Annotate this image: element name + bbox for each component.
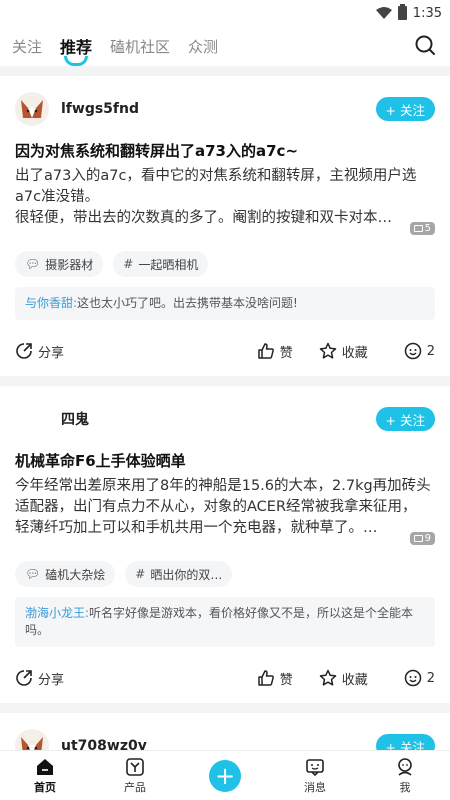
nav-label: 我 [399,780,411,794]
divider [0,376,450,386]
dog-avatar-icon [15,92,49,126]
divider [0,66,450,76]
post-body[interactable]: 今年经常出差原来用了8年的神船是15.6的大本，2.7kg再加砖头适配器，出门有… [15,476,435,539]
divider [0,703,450,713]
post-body-line: 出了a73入的a7c，看中它的对焦系统和翻转屏，主视频用户选a7c准没错。 [15,168,417,205]
top-nav: 关注 推荐 磕机社区 众测 [0,26,450,66]
comment-count: 2 [426,343,435,359]
post-card[interactable]: 四鬼 + 关注 机械革命F6上手体验晒单 今年经常出差原来用了8年的神船是15.… [0,386,450,703]
post-body[interactable]: 出了a73入的a7c，看中它的对焦系统和翻转屏，主视频用户选a7c准没错。 很轻… [15,166,435,229]
post-card[interactable]: lfwgs5fnd + 关注 因为对焦系统和翻转屏出了a73入的a7c~ 出了a… [0,76,450,376]
username[interactable]: ut708wz0v [61,738,376,750]
like-label: 赞 [279,672,293,688]
nav-label: 首页 [34,780,56,794]
battery-icon [397,4,407,20]
tag-label: 一起晒相机 [138,257,199,272]
post-body-line: 今年经常出差原来用了8年的神船是15.6的大本，2.7kg再加砖头适配器，出门有… [15,478,431,536]
wifi-icon [375,7,392,19]
tab-following[interactable]: 关注 [12,36,42,57]
comment-preview[interactable]: 渤海小龙王:听名字好像是游戏本，看价格好像又不是，所以这是个全能本吗。 [15,597,435,647]
comment-text: 这也太小巧了吧。出去携带基本没啥问题! [77,296,298,310]
dog-avatar-icon [15,729,49,750]
comment-count: 2 [426,670,435,686]
follow-button[interactable]: + 关注 [375,97,435,121]
tag-chip[interactable]: 💬︎ 磕机大杂烩 [15,561,116,587]
comment-preview[interactable]: 与你香甜:这也太小巧了吧。出去携带基本没啥问题! [15,287,435,320]
profile-icon [398,757,412,776]
chat-bubble-icon: 💬︎ [25,567,41,581]
nav-create[interactable]: + [180,751,270,800]
hash-icon: # [135,567,146,581]
follow-button[interactable]: + 关注 [375,734,435,750]
thumbs-up-icon [257,343,274,359]
image-count-badge: 9 [409,532,435,545]
comment-author[interactable]: 与你香甜: [25,296,77,310]
product-icon [126,757,144,776]
post-title[interactable]: 机械革命F6上手体验晒单 [15,450,435,472]
avatar[interactable] [15,729,49,750]
favorite-button[interactable]: 收藏 [319,342,368,361]
username[interactable]: 四鬼 [61,409,376,429]
avatar[interactable] [15,92,49,126]
avatar[interactable] [15,402,49,436]
comment-face-icon [404,342,421,360]
tag-label: 晒出你的双… [150,567,223,582]
post-title[interactable]: 因为对焦系统和翻转屏出了a73入的a7c~ [15,140,435,162]
nav-product[interactable]: 产品 [90,751,180,800]
comment-author[interactable]: 渤海小龙王: [25,606,89,620]
like-button[interactable]: 赞 [257,669,293,688]
tag-label: 摄影器材 [45,257,94,272]
follow-button[interactable]: + 关注 [375,407,435,431]
thumbs-up-icon [257,670,274,686]
post-card[interactable]: ut708wz0v + 关注 [0,713,450,750]
like-button[interactable]: 赞 [257,342,293,361]
bottom-nav: 首页 产品 + 消息 我 [0,750,450,800]
favorite-button[interactable]: 收藏 [319,669,368,688]
picture-icon [413,535,423,542]
star-icon [319,342,336,359]
star-icon [319,669,336,686]
hash-icon: # [123,257,134,271]
status-bar: 1:35 [0,0,450,26]
share-button[interactable]: 分享 [15,669,257,688]
picture-icon [413,225,423,232]
tab-crowdtest[interactable]: 众测 [188,36,218,57]
chat-bubble-icon: 💬︎ [25,257,41,271]
post-body-line: 很轻便，带出去的次数真的多了。阉割的按键和双卡对本人倒… [15,210,392,226]
comment-face-icon [404,669,421,687]
status-time: 1:35 [412,5,442,21]
share-button[interactable]: 分享 [15,342,257,361]
tag-label: 磕机大杂烩 [45,567,106,582]
nav-home[interactable]: 首页 [0,751,90,800]
nav-messages[interactable]: 消息 [270,751,360,800]
tag-chip[interactable]: 💬︎ 摄影器材 [15,251,104,277]
tag-chip[interactable]: # 一起晒相机 [113,251,209,277]
share-label: 分享 [38,672,65,688]
tab-recommend[interactable]: 推荐 [60,34,92,66]
nav-label: 产品 [124,780,146,794]
share-icon [16,670,32,686]
image-count: 5 [424,223,431,234]
search-icon[interactable] [414,34,436,56]
tag-chip[interactable]: # 晒出你的双… [125,561,233,587]
message-icon [306,758,324,776]
like-label: 赞 [279,345,293,361]
tab-community[interactable]: 磕机社区 [110,36,170,57]
home-icon [37,758,53,775]
share-label: 分享 [38,345,65,361]
favorite-label: 收藏 [341,345,368,361]
image-count-badge: 5 [409,222,435,235]
feed[interactable]: lfwgs5fnd + 关注 因为对焦系统和翻转屏出了a73入的a7c~ 出了a… [0,66,450,750]
image-count: 9 [424,533,431,544]
nav-profile[interactable]: 我 [360,751,450,800]
favorite-label: 收藏 [341,672,368,688]
username[interactable]: lfwgs5fnd [61,101,376,117]
nav-label: 消息 [304,780,326,794]
comments-button[interactable]: 2 [404,669,435,687]
plus-icon[interactable]: + [209,759,241,792]
comments-button[interactable]: 2 [404,342,435,360]
share-icon [16,343,32,359]
